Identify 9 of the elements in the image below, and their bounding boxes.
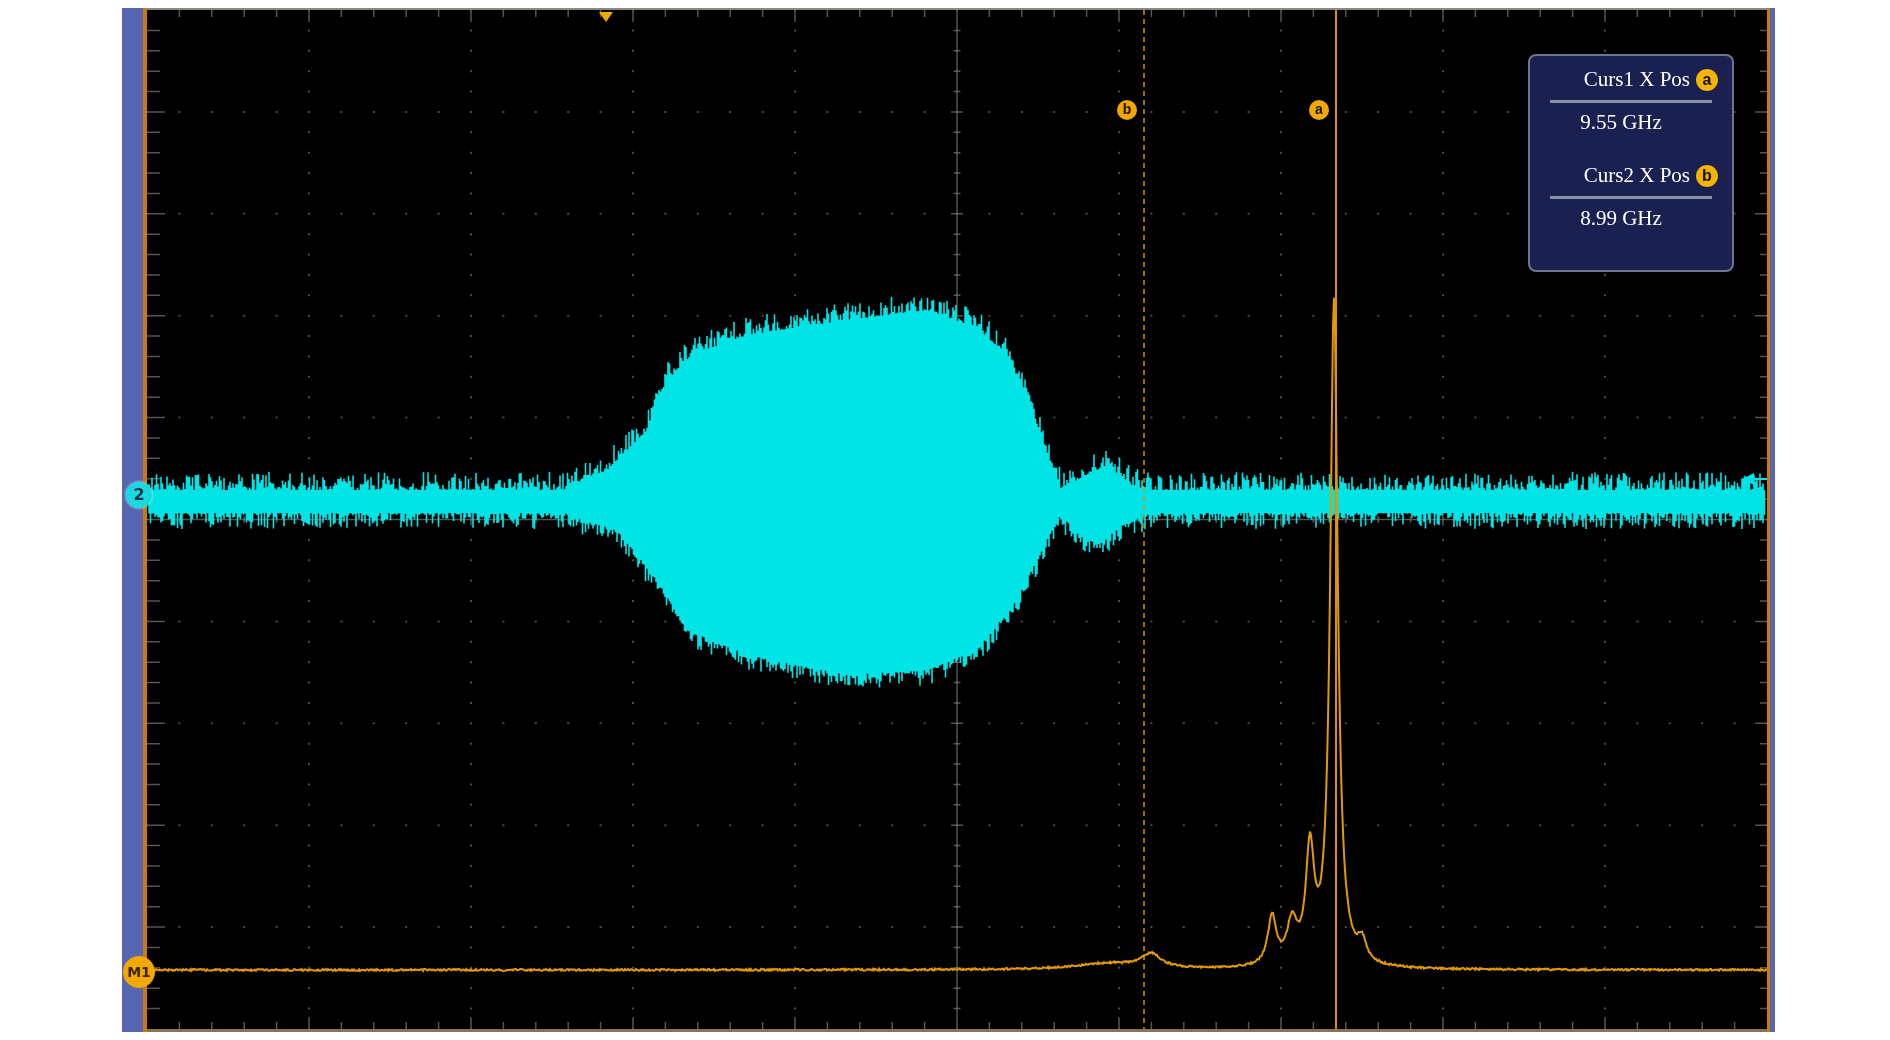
cursor-badge: a xyxy=(1696,68,1718,91)
cursor-line[interactable] xyxy=(1143,10,1145,1029)
readout-label: Curs2 X Pos xyxy=(1583,162,1690,189)
readout-value: 9.55 GHz xyxy=(1579,108,1663,136)
arrow-left-icon xyxy=(1742,473,1767,485)
cursor-badge: b xyxy=(1696,164,1718,187)
readout-value: 8.99 GHz xyxy=(1579,204,1663,232)
readout-label: Curs1 X Pos xyxy=(1583,66,1690,93)
trigger-marker-icon xyxy=(599,12,613,22)
